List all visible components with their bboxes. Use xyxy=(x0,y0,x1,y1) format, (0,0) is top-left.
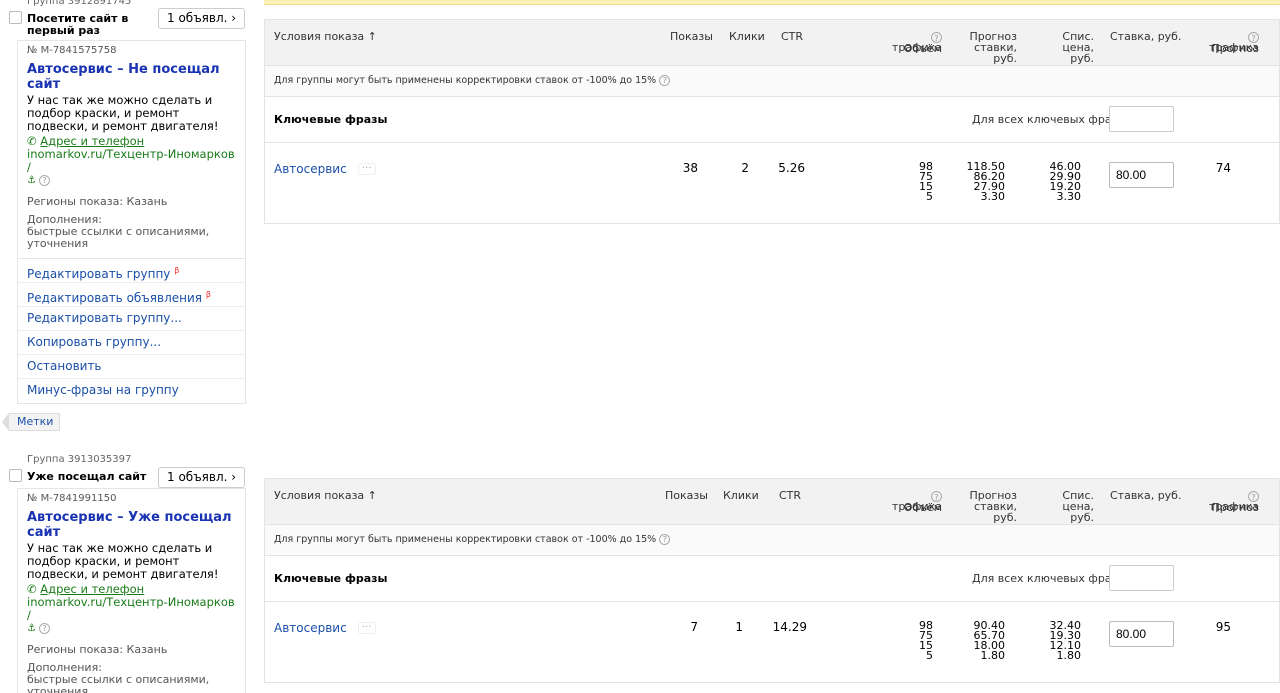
table-row: Автосервис ··· 38 2 5.26 98 75 15 5 118.… xyxy=(265,143,1279,223)
keywords-section-header: Ключевые фразы Для всех ключевых фраз: xyxy=(265,556,1279,602)
group-checkbox[interactable] xyxy=(9,469,22,482)
stop-action[interactable]: Остановить xyxy=(18,355,245,379)
ad-text: У нас так же можно сделать и подбор крас… xyxy=(27,541,219,581)
ad-count-button[interactable]: 1 объявл. › xyxy=(158,8,246,29)
ctr-header[interactable]: CTR xyxy=(781,31,803,42)
phone-icon: ✆ xyxy=(27,582,37,596)
edit-group-classic-action[interactable]: Редактировать группу... xyxy=(18,307,245,331)
edit-group-action[interactable]: Редактировать группу β xyxy=(18,259,245,283)
keywords-label: Ключевые фразы xyxy=(274,113,388,126)
clicks-value: 1 xyxy=(735,620,743,634)
group-title: Посетите сайт в первый раз xyxy=(27,12,129,37)
all-keywords-bid-input[interactable] xyxy=(1109,565,1174,591)
impressions-header[interactable]: Показы xyxy=(665,490,708,501)
ad-card: № M-7841991150 Автосервис – Уже посещал … xyxy=(17,488,246,693)
clicks-value: 2 xyxy=(741,161,749,175)
tags-button[interactable]: Метки xyxy=(1,413,61,431)
table-header: Условия показа ↑ Показы Клики CTR ? Объё… xyxy=(265,20,1279,66)
all-keywords-label: Для всех ключевых фраз: xyxy=(972,113,1122,126)
help-icon[interactable]: ? xyxy=(39,174,51,186)
ad-text: У нас так же можно сделать и подбор крас… xyxy=(27,93,219,133)
ad-card: № M-7841575758 Автосервис – Не посещал с… xyxy=(17,40,246,404)
bid-input[interactable]: 80.00 xyxy=(1109,162,1174,188)
keyword-link[interactable]: Автосервис xyxy=(274,162,347,176)
sitelinks-icon: ⚓ xyxy=(27,175,36,186)
group-title: Уже посещал сайт xyxy=(27,470,147,483)
extensions: быстрые ссылки с описаниями, уточнения xyxy=(27,673,210,693)
ad-domain[interactable]: inomarkov.ru/Техцентр-Иномарков / xyxy=(27,148,236,174)
help-icon[interactable]: ? xyxy=(659,534,671,545)
table-header: Условия показа ↑ Показы Клики CTR ? Объё… xyxy=(265,479,1279,525)
keywords-section-header: Ключевые фразы Для всех ключевых фраз: xyxy=(265,97,1279,143)
group-checkbox[interactable] xyxy=(9,11,22,24)
forecast-bid-4: 3.30 xyxy=(980,190,1006,203)
group-actions: Редактировать группу β Редактировать объ… xyxy=(18,258,245,403)
clicks-header[interactable]: Клики xyxy=(723,490,759,501)
forecast-traffic-value: 74 xyxy=(1215,161,1231,175)
contact-link[interactable]: Адрес и телефон xyxy=(40,134,144,148)
ad-title[interactable]: Автосервис – Не посещал сайт xyxy=(27,62,236,92)
ad-domain[interactable]: inomarkov.ru/Техцентр-Иномарков / xyxy=(27,596,236,622)
keywords-label: Ключевые фразы xyxy=(274,572,388,585)
warning-banner xyxy=(264,0,1280,5)
ad-count-button[interactable]: 1 объявл. › xyxy=(158,467,246,488)
ad-number: № M-7841991150 xyxy=(27,493,117,504)
charge-price-4: 3.30 xyxy=(1056,190,1082,203)
negative-keywords-action[interactable]: Минус-фразы на группу xyxy=(18,379,245,403)
conditions-header[interactable]: Условия показа ↑ xyxy=(274,31,377,42)
forecast-bid-4: 1.80 xyxy=(980,649,1006,662)
help-icon[interactable]: ? xyxy=(39,622,51,634)
group-id: Группа 3913035397 xyxy=(27,454,132,465)
traffic-4: 5 xyxy=(926,190,933,203)
group-id: Группа 3912891745 xyxy=(27,0,132,7)
bid-header[interactable]: Ставка, руб. xyxy=(1110,31,1181,42)
keyword-link[interactable]: Автосервис xyxy=(274,621,347,635)
bid-header[interactable]: Ставка, руб. xyxy=(1110,490,1181,501)
contact-link[interactable]: Адрес и телефон xyxy=(40,582,144,596)
edit-ads-action[interactable]: Редактировать объявления β xyxy=(18,283,245,307)
table-row: Автосервис ··· 7 1 14.29 98 75 15 5 90.4… xyxy=(265,602,1279,682)
ctr-header[interactable]: CTR xyxy=(779,490,801,501)
bid-input[interactable]: 80.00 xyxy=(1109,621,1174,647)
copy-group-action[interactable]: Копировать группу... xyxy=(18,331,245,355)
charge-price-4: 1.80 xyxy=(1056,649,1082,662)
more-icon[interactable]: ··· xyxy=(358,622,376,634)
beta-badge: β xyxy=(174,266,180,275)
bid-adjust-notice: Для группы могут быть применены корректи… xyxy=(265,66,1279,97)
phone-icon: ✆ xyxy=(27,134,37,148)
regions: Регионы показа: Казань xyxy=(27,195,168,208)
traffic-4: 5 xyxy=(926,649,933,662)
forecast-traffic-value: 95 xyxy=(1215,620,1231,634)
ctr-value: 14.29 xyxy=(772,620,807,634)
impressions-value: 38 xyxy=(682,161,698,175)
ctr-value: 5.26 xyxy=(778,161,805,175)
impressions-header[interactable]: Показы xyxy=(670,31,713,42)
more-icon[interactable]: ··· xyxy=(358,163,376,175)
beta-badge: β xyxy=(205,290,211,299)
extensions: быстрые ссылки с описаниями, уточнения xyxy=(27,225,210,250)
keywords-table: Условия показа ↑ Показы Клики CTR ? Объё… xyxy=(264,19,1280,224)
impressions-value: 7 xyxy=(690,620,698,634)
all-keywords-label: Для всех ключевых фраз: xyxy=(972,572,1122,585)
bid-adjust-notice: Для группы могут быть применены корректи… xyxy=(265,525,1279,556)
sitelinks-icon: ⚓ xyxy=(27,623,36,634)
all-keywords-bid-input[interactable] xyxy=(1109,106,1174,132)
regions: Регионы показа: Казань xyxy=(27,643,168,656)
conditions-header[interactable]: Условия показа ↑ xyxy=(274,490,377,501)
clicks-header[interactable]: Клики xyxy=(729,31,765,42)
ad-title[interactable]: Автосервис – Уже посещал сайт xyxy=(27,510,236,540)
help-icon[interactable]: ? xyxy=(659,75,671,86)
ad-number: № M-7841575758 xyxy=(27,45,117,56)
keywords-table: Условия показа ↑ Показы Клики CTR ? Объё… xyxy=(264,478,1280,683)
